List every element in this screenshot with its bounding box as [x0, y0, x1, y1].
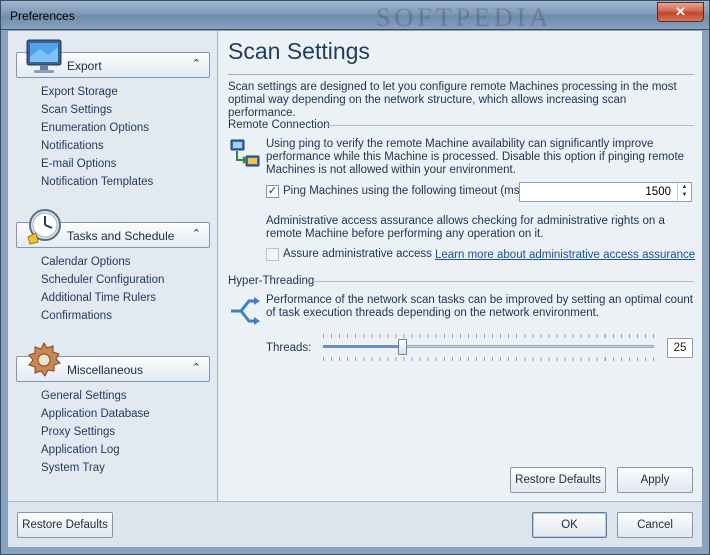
group-title: Miscellaneous [67, 363, 144, 377]
threads-slider-fill [323, 345, 403, 348]
timeout-input[interactable] [520, 183, 675, 201]
sidebar-item-enumeration-options[interactable]: Enumeration Options [41, 122, 153, 140]
section-heading-remote-connection: Remote Connection [228, 119, 330, 131]
page-description: Scan settings are designed to let you co… [228, 81, 677, 119]
network-ping-icon [230, 139, 260, 167]
collapse-icon[interactable]: ⌃ [192, 57, 201, 70]
section-heading-hyper-threading: Hyper-Threading [228, 275, 315, 287]
ping-description: Using ping to verify the remote Machine … [266, 138, 685, 176]
group-title: Export [67, 59, 102, 73]
slider-ticks-bottom [323, 357, 654, 361]
sidebar-item-confirmations[interactable]: Confirmations [41, 310, 164, 328]
learn-more-link[interactable]: Learn more about administrative access a… [435, 249, 695, 261]
admin-access-description: Administrative access assurance allows c… [266, 215, 665, 240]
sidebar-item-application-log[interactable]: Application Log [41, 444, 150, 462]
section-divider [313, 281, 694, 282]
sidebar-item-scan-settings[interactable]: Scan Settings [41, 104, 153, 122]
title-bar[interactable]: Preferences SOFTPEDIA ✕ [0, 0, 710, 32]
sidebar-item-system-tray[interactable]: System Tray [41, 462, 150, 480]
close-icon: ✕ [675, 4, 686, 19]
footer-restore-defaults-button[interactable]: Restore Defaults [17, 512, 113, 538]
restore-defaults-button[interactable]: Restore Defaults [510, 467, 606, 493]
sidebar-item-general-settings[interactable]: General Settings [41, 390, 150, 408]
collapse-icon[interactable]: ⌃ [192, 361, 201, 374]
ping-machines-checkbox[interactable]: ✓ [266, 185, 279, 198]
ping-machines-label: Ping Machines using the following timeou… [283, 185, 530, 197]
slider-ticks-top [323, 334, 654, 338]
sidebar-item-notifications[interactable]: Notifications [41, 140, 153, 158]
cancel-button[interactable]: Cancel [617, 512, 693, 538]
sidebar-item-calendar-options[interactable]: Calendar Options [41, 256, 164, 274]
nav-list-miscellaneous: General Settings Application Database Pr… [41, 390, 150, 480]
gear-icon [28, 341, 61, 377]
spin-arrows-icon[interactable]: ▲ ▼ [677, 183, 691, 201]
title-divider [228, 74, 694, 75]
hyper-threading-description: Performance of the network scan tasks ca… [266, 294, 693, 319]
assure-admin-access-label: Assure administrative access [283, 248, 432, 260]
collapse-icon[interactable]: ⌃ [192, 227, 201, 240]
page-title: Scan Settings [228, 38, 370, 64]
sidebar-item-application-database[interactable]: Application Database [41, 408, 150, 426]
threads-icon [231, 297, 260, 325]
sidebar-item-additional-time-rulers[interactable]: Additional Time Rulers [41, 292, 164, 310]
assure-admin-access-checkbox[interactable] [266, 248, 279, 261]
watermark: SOFTPEDIA [376, 3, 553, 32]
ok-button[interactable]: OK [532, 512, 607, 538]
threads-label: Threads: [266, 342, 312, 354]
clock-icon [27, 209, 61, 245]
sidebar-item-email-options[interactable]: E-mail Options [41, 158, 153, 176]
nav-list-export: Export Storage Scan Settings Enumeration… [41, 86, 153, 194]
nav-list-tasks: Calendar Options Scheduler Configuration… [41, 256, 164, 328]
close-button[interactable]: ✕ [657, 2, 704, 22]
sidebar-item-notification-templates[interactable]: Notification Templates [41, 176, 153, 194]
apply-button[interactable]: Apply [617, 467, 693, 493]
sidebar-item-proxy-settings[interactable]: Proxy Settings [41, 426, 150, 444]
section-divider [327, 125, 694, 126]
threads-slider-thumb[interactable] [398, 339, 408, 355]
timeout-spinbox[interactable]: ▲▼ [519, 182, 692, 202]
monitor-icon [26, 39, 62, 73]
threads-value: 25 [667, 338, 693, 358]
window-title: Preferences [10, 9, 75, 23]
group-title: Tasks and Schedule [67, 229, 175, 243]
sidebar-item-export-storage[interactable]: Export Storage [41, 86, 153, 104]
sidebar-item-scheduler-configuration[interactable]: Scheduler Configuration [41, 274, 164, 292]
